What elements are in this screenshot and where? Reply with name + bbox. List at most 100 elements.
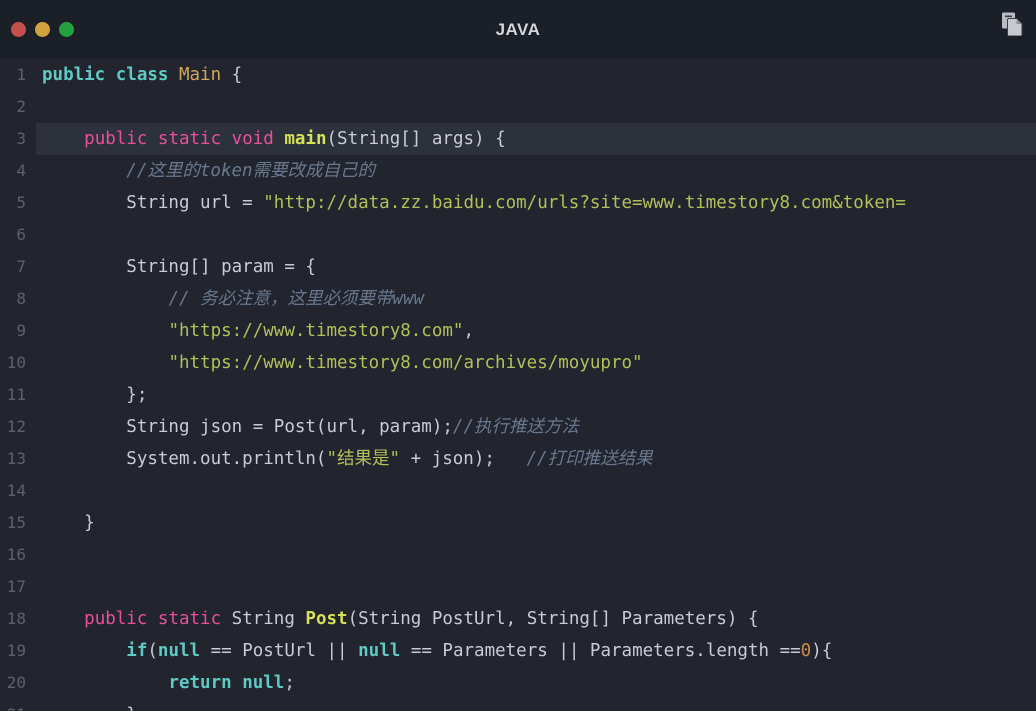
code-line[interactable]: 20 return null; (0, 667, 1036, 699)
code-line[interactable]: 13 System.out.println("结果是" + json); //打… (0, 443, 1036, 475)
line-number: 5 (16, 193, 26, 212)
code-line[interactable]: 21 } (0, 699, 1036, 711)
window-title: JAVA (495, 19, 541, 39)
code-token: System.out.println( (42, 449, 327, 469)
code-snippet-window: JAVA 1 public class Main { 2 3 public stati… (0, 0, 1036, 711)
line-number: 19 (6, 641, 26, 660)
code-token: ( (147, 641, 158, 661)
code-token: "结果是" (326, 449, 401, 469)
code-line[interactable]: 17 (0, 571, 1036, 603)
code-line-content: System.out.println("结果是" + json); //打印推送… (42, 443, 1036, 475)
code-line-content: // 务必注意，这里必须要带www (42, 283, 1036, 315)
traffic-lights (0, 22, 74, 37)
code-token: String[] param = { (42, 257, 316, 277)
code-line[interactable]: 15 } (0, 507, 1036, 539)
code-token: (String[] args) { (326, 129, 506, 149)
code-token: } (42, 705, 137, 711)
window-titlebar: JAVA (0, 0, 1036, 59)
code-token: , (463, 321, 474, 341)
code-line[interactable]: 4 //这里的token需要改成自己的 (0, 155, 1036, 187)
line-number: 10 (6, 353, 26, 372)
code-token: (String PostUrl, String[] Parameters) { (347, 609, 759, 629)
close-window-button[interactable] (11, 22, 26, 37)
code-token: == PostUrl || (200, 641, 359, 661)
code-line[interactable]: 19 if(null == PostUrl || null == Paramet… (0, 635, 1036, 667)
code-line[interactable]: 16 (0, 539, 1036, 571)
code-line[interactable]: 7 String[] param = { (0, 251, 1036, 283)
code-token: Post (305, 609, 348, 629)
code-token: String url = (42, 193, 264, 213)
maximize-window-button[interactable] (59, 22, 74, 37)
code-line-content: if(null == PostUrl || null == Parameters… (42, 635, 1036, 667)
code-line-content: String json = Post(url, param);//执行推送方法 (42, 411, 1036, 443)
code-line[interactable]: 11 }; (0, 379, 1036, 411)
code-line[interactable]: 3 public static void main(String[] args)… (0, 123, 1036, 155)
code-token: //执行推送方法 (452, 417, 579, 437)
code-token: 0 (800, 641, 812, 661)
code-token: + json); (400, 449, 516, 469)
code-line-content: }; (42, 379, 1036, 411)
code-token: null (157, 641, 201, 661)
minimize-window-button[interactable] (35, 22, 50, 37)
line-number: 11 (6, 385, 26, 404)
code-line[interactable]: 2 (0, 91, 1036, 123)
code-token: //打印推送结果 (515, 449, 653, 469)
code-token: "https://www.timestory8.com" (168, 321, 464, 341)
code-token: public static (84, 609, 222, 629)
code-line-content: return null; (42, 667, 1036, 699)
code-token: } (42, 513, 95, 533)
line-number: 7 (16, 257, 26, 276)
code-token: main (284, 129, 327, 149)
code-editor[interactable]: 1 public class Main { 2 3 public static voi… (0, 59, 1036, 711)
line-number: 3 (16, 129, 26, 148)
line-number: 12 (6, 417, 26, 436)
line-number: 6 (16, 225, 26, 244)
code-line-content: public static void main(String[] args) { (42, 123, 1036, 155)
code-line-content: String[] param = { (42, 251, 1036, 283)
line-number: 21 (0, 699, 26, 711)
code-token: == Parameters || Parameters.length == (400, 641, 801, 661)
code-line-content: } (42, 699, 1036, 711)
line-number: 9 (16, 321, 26, 340)
code-token: "https://www.timestory8.com/archives/moy… (168, 353, 643, 373)
code-line[interactable]: 14 (0, 475, 1036, 507)
code-token: String json = Post(url, param); (42, 417, 453, 437)
code-token: // 务必注意，这里必须要带www (168, 289, 425, 309)
code-line[interactable]: 5 String url = "http://data.zz.baidu.com… (0, 187, 1036, 219)
code-line-content: //这里的token需要改成自己的 (42, 155, 1036, 187)
line-number: 15 (6, 513, 26, 532)
code-line-content: public class Main { (42, 59, 1036, 91)
line-number: 13 (6, 449, 26, 468)
code-line[interactable]: 6 (0, 219, 1036, 251)
line-number: 2 (16, 97, 26, 116)
line-number: 8 (16, 289, 26, 308)
code-lines-container: 1 public class Main { 2 3 public static voi… (0, 59, 1036, 711)
code-line[interactable]: 1 public class Main { (0, 59, 1036, 91)
line-number: 20 (6, 673, 26, 692)
code-token: { (221, 65, 243, 85)
code-line-content: "https://www.timestory8.com", (42, 315, 1036, 347)
code-token: "http://data.zz.baidu.com/urls?site=www.… (263, 193, 906, 213)
code-token: null (358, 641, 401, 661)
code-line[interactable]: 18 public static String Post(String Post… (0, 603, 1036, 635)
code-token: ; (284, 673, 295, 693)
code-line[interactable]: 12 String json = Post(url, param);//执行推送… (0, 411, 1036, 443)
line-number: 14 (6, 481, 26, 500)
code-line[interactable]: 9 "https://www.timestory8.com", (0, 315, 1036, 347)
code-token: //这里的token需要改成自己的 (126, 161, 376, 181)
code-line-content: String url = "http://data.zz.baidu.com/u… (42, 187, 1036, 219)
code-line[interactable]: 8 // 务必注意，这里必须要带www (0, 283, 1036, 315)
code-token: if (126, 641, 148, 661)
line-number: 17 (6, 577, 26, 596)
code-line[interactable]: 10 "https://www.timestory8.com/archives/… (0, 347, 1036, 379)
copy-code-button[interactable] (994, 4, 1030, 42)
